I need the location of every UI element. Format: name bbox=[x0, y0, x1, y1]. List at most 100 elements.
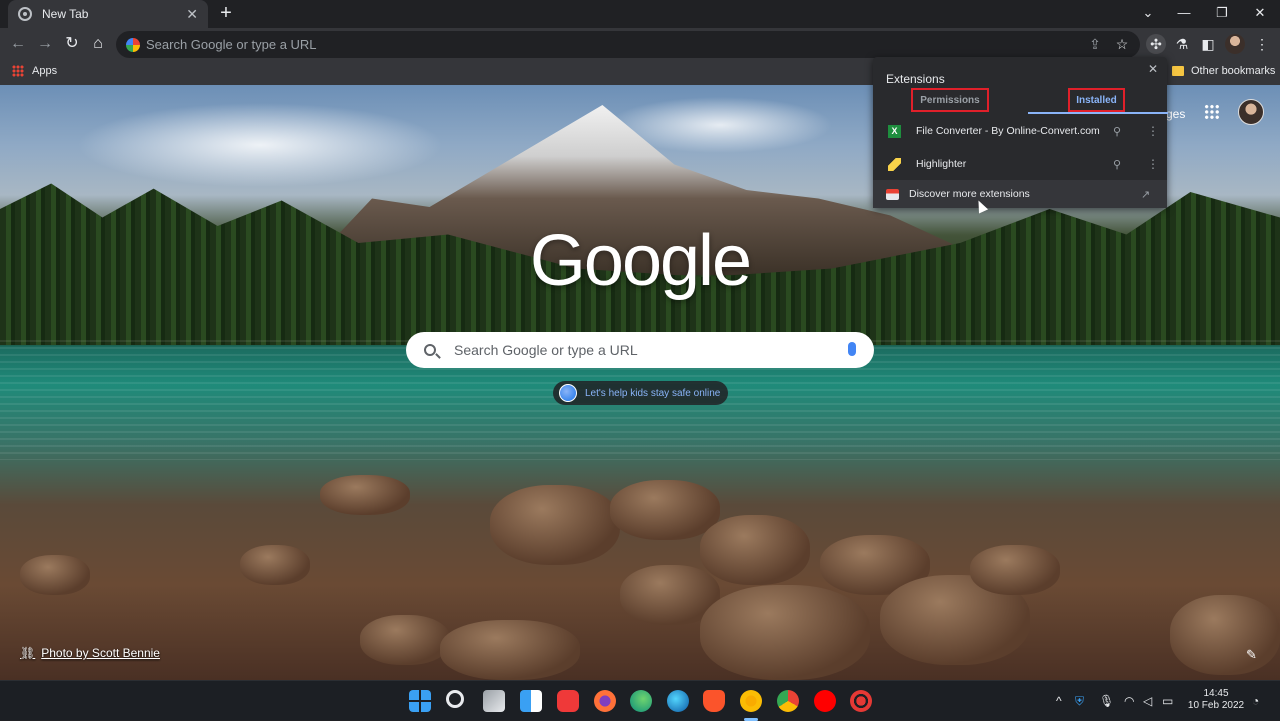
youtube-music-icon[interactable] bbox=[814, 690, 836, 712]
pin-icon[interactable]: ⚲ bbox=[1113, 125, 1121, 138]
chrome-canary-icon[interactable] bbox=[740, 690, 762, 712]
edge-icon[interactable] bbox=[667, 690, 689, 712]
highlighter-icon bbox=[888, 157, 901, 171]
share-icon[interactable]: ⇪ bbox=[1085, 34, 1105, 54]
other-bookmarks[interactable]: Other bookmarks bbox=[1172, 65, 1275, 77]
close-window-button[interactable]: ✕ bbox=[1250, 4, 1270, 22]
minimize-button[interactable]: — bbox=[1174, 4, 1194, 22]
battery-icon[interactable]: ▭ bbox=[1162, 694, 1173, 708]
link-icon: ⛓ bbox=[20, 646, 36, 660]
rock bbox=[320, 475, 410, 515]
tab-title: New Tab bbox=[42, 7, 89, 21]
windows-start-icon[interactable] bbox=[409, 690, 431, 712]
file-converter-icon: X bbox=[888, 124, 901, 138]
labs-flask-icon[interactable]: ⚗ bbox=[1172, 34, 1192, 54]
extension-item-highlighter[interactable]: Highlighter ⚲ ⋮ bbox=[873, 150, 1167, 178]
promo-text: Let's help kids stay safe online bbox=[585, 387, 721, 399]
defender-shield-icon[interactable]: ⛨ bbox=[1075, 694, 1084, 709]
web-store-icon bbox=[886, 188, 899, 200]
home-button[interactable]: ⌂ bbox=[88, 34, 108, 54]
popup-title: Extensions bbox=[886, 72, 945, 86]
discover-more-extensions[interactable]: Discover more extensions ↗ bbox=[873, 180, 1167, 208]
photo-credit-text: Photo by Scott Bennie bbox=[41, 646, 160, 660]
rock bbox=[1170, 595, 1280, 675]
chrome-favicon-icon bbox=[18, 7, 32, 21]
bookmark-star-icon[interactable]: ☆ bbox=[1112, 34, 1132, 54]
rock bbox=[700, 515, 810, 585]
microphone-icon[interactable]: 🎙 bbox=[1099, 694, 1114, 708]
edge-dev-icon[interactable] bbox=[630, 690, 652, 712]
rock bbox=[970, 545, 1060, 595]
new-tab-button[interactable]: + bbox=[216, 3, 236, 24]
close-tab-icon[interactable]: ✕ bbox=[186, 7, 198, 21]
tab-permissions[interactable]: Permissions bbox=[911, 88, 989, 112]
extensions-puzzle-icon[interactable]: ✣ bbox=[1146, 34, 1166, 54]
screen-recorder-icon[interactable] bbox=[850, 690, 872, 712]
brave-icon[interactable] bbox=[703, 690, 725, 712]
rock bbox=[240, 545, 310, 585]
ntp-search-box[interactable]: Search Google or type a URL bbox=[406, 332, 874, 368]
windows-taskbar: ^ ⛨ 🎙 ◠ ◁ ▭ ◔ bbox=[0, 680, 1280, 721]
tab-strip: New Tab ✕ + ⌄ — ❐ ✕ bbox=[0, 0, 1280, 28]
apps-label: Apps bbox=[32, 65, 58, 77]
search-icon bbox=[424, 344, 436, 356]
discover-label: Discover more extensions bbox=[909, 188, 1030, 200]
more-options-icon[interactable]: ⋮ bbox=[1147, 124, 1159, 138]
rock bbox=[610, 480, 720, 540]
clock-date: 10 Feb 2022 bbox=[1187, 700, 1245, 711]
close-icon[interactable]: ✕ bbox=[1148, 62, 1158, 76]
toolbar: ← → ↻ ⌂ Search Google or type a URL ⇪ ☆ … bbox=[0, 28, 1280, 60]
open-external-icon: ↗ bbox=[1141, 188, 1151, 201]
browser-tab[interactable]: New Tab ✕ bbox=[8, 0, 208, 28]
globe-icon bbox=[559, 384, 577, 402]
menu-kebab-icon[interactable]: ⋮ bbox=[1252, 34, 1272, 54]
rock bbox=[20, 555, 90, 595]
other-bookmarks-label: Other bookmarks bbox=[1191, 65, 1276, 77]
photo-credit-link[interactable]: ⛓ Photo by Scott Bennie bbox=[20, 646, 160, 660]
images-link[interactable]: ges bbox=[1166, 107, 1185, 121]
back-button[interactable]: ← bbox=[8, 34, 28, 54]
apps-shortcut[interactable]: Apps bbox=[12, 65, 57, 77]
pin-icon[interactable]: ⚲ bbox=[1113, 158, 1121, 171]
promo-chip[interactable]: Let's help kids stay safe online bbox=[553, 381, 728, 405]
volume-icon[interactable]: ◁ bbox=[1143, 694, 1152, 708]
extension-name: File Converter - By Online-Convert.com bbox=[916, 125, 1100, 137]
more-options-icon[interactable]: ⋮ bbox=[1147, 157, 1159, 171]
google-apps-icon[interactable] bbox=[1204, 104, 1220, 120]
search-icon[interactable] bbox=[446, 690, 464, 708]
ntp-account-avatar[interactable] bbox=[1238, 99, 1264, 125]
extension-item-file-converter[interactable]: X File Converter - By Online-Convert.com… bbox=[873, 117, 1167, 145]
firefox-icon[interactable] bbox=[594, 690, 616, 712]
microphone-icon[interactable] bbox=[848, 342, 856, 356]
omnibox-placeholder: Search Google or type a URL bbox=[146, 37, 317, 52]
task-view-icon[interactable] bbox=[483, 690, 505, 712]
apps-grid-icon bbox=[12, 65, 24, 77]
show-hidden-icons-icon[interactable]: ^ bbox=[1056, 694, 1062, 708]
vivaldi-icon[interactable] bbox=[557, 690, 579, 712]
rock bbox=[700, 585, 870, 680]
wifi-icon[interactable]: ◠ bbox=[1124, 694, 1134, 708]
side-panel-icon[interactable]: ◧ bbox=[1198, 34, 1218, 54]
rock bbox=[360, 615, 450, 665]
omnibox[interactable]: Search Google or type a URL bbox=[116, 31, 1140, 58]
active-tab-indicator bbox=[1028, 112, 1168, 114]
rock bbox=[440, 620, 580, 680]
clock-time: 14:45 bbox=[1203, 688, 1229, 699]
customize-pencil-icon[interactable]: ✎ bbox=[1246, 647, 1257, 663]
taskbar-clock[interactable]: 14:45 10 Feb 2022 bbox=[1184, 688, 1248, 712]
google-g-icon bbox=[126, 37, 140, 52]
chrome-icon[interactable] bbox=[777, 690, 799, 712]
tab-search-icon[interactable]: ⌄ bbox=[1138, 4, 1158, 22]
rock bbox=[490, 485, 620, 565]
forward-button[interactable]: → bbox=[35, 34, 55, 54]
profile-avatar[interactable] bbox=[1225, 34, 1245, 54]
google-logo: Google bbox=[529, 221, 752, 301]
maximize-button[interactable]: ❐ bbox=[1212, 4, 1232, 22]
reload-button[interactable]: ↻ bbox=[62, 34, 82, 54]
notifications-icon[interactable]: ◔ bbox=[1252, 694, 1259, 708]
widgets-icon[interactable] bbox=[520, 690, 542, 712]
folder-icon bbox=[1172, 66, 1184, 76]
ntp-search-placeholder: Search Google or type a URL bbox=[454, 342, 638, 358]
tab-installed[interactable]: Installed bbox=[1068, 88, 1125, 112]
extensions-popup: Extensions ✕ Permissions Installed X Fil… bbox=[873, 57, 1168, 208]
